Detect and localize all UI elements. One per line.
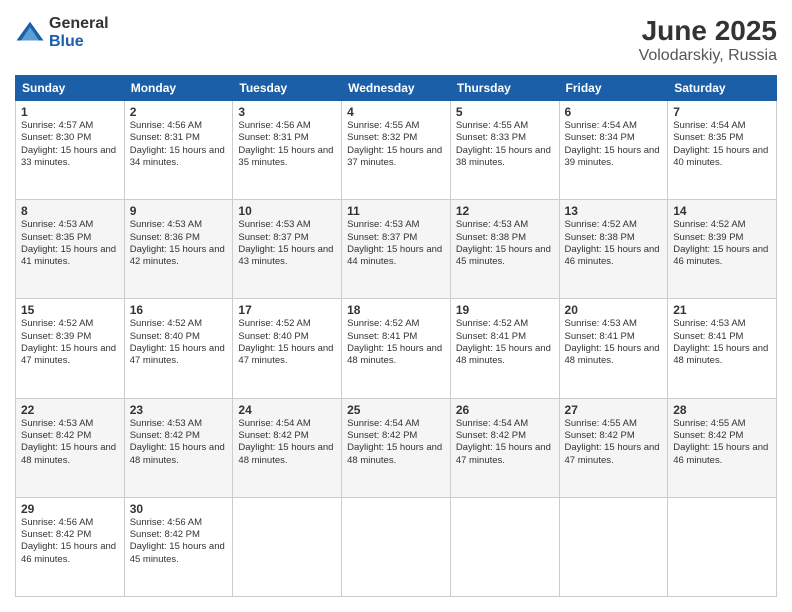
- week-1: 1 Sunrise: 4:57 AMSunset: 8:30 PMDayligh…: [16, 101, 777, 200]
- week-5: 29 Sunrise: 4:56 AMSunset: 8:42 PMDaylig…: [16, 497, 777, 596]
- col-monday: Monday: [124, 76, 233, 101]
- day-18: 18 Sunrise: 4:52 AMSunset: 8:41 PMDaylig…: [342, 299, 451, 398]
- day-4: 4 Sunrise: 4:55 AMSunset: 8:32 PMDayligh…: [342, 101, 451, 200]
- col-saturday: Saturday: [668, 76, 777, 101]
- empty-fri: [559, 497, 668, 596]
- col-wednesday: Wednesday: [342, 76, 451, 101]
- logo-blue: Blue: [49, 33, 109, 51]
- subtitle: Volodarskiy, Russia: [639, 47, 777, 65]
- day-12: 12 Sunrise: 4:53 AMSunset: 8:38 PMDaylig…: [450, 200, 559, 299]
- day-23: 23 Sunrise: 4:53 AMSunset: 8:42 PMDaylig…: [124, 398, 233, 497]
- day-7: 7 Sunrise: 4:54 AMSunset: 8:35 PMDayligh…: [668, 101, 777, 200]
- day-21: 21 Sunrise: 4:53 AMSunset: 8:41 PMDaylig…: [668, 299, 777, 398]
- day-29: 29 Sunrise: 4:56 AMSunset: 8:42 PMDaylig…: [16, 497, 125, 596]
- day-16: 16 Sunrise: 4:52 AMSunset: 8:40 PMDaylig…: [124, 299, 233, 398]
- day-11: 11 Sunrise: 4:53 AMSunset: 8:37 PMDaylig…: [342, 200, 451, 299]
- day-28: 28 Sunrise: 4:55 AMSunset: 8:42 PMDaylig…: [668, 398, 777, 497]
- day-25: 25 Sunrise: 4:54 AMSunset: 8:42 PMDaylig…: [342, 398, 451, 497]
- day-17: 17 Sunrise: 4:52 AMSunset: 8:40 PMDaylig…: [233, 299, 342, 398]
- day-10: 10 Sunrise: 4:53 AMSunset: 8:37 PMDaylig…: [233, 200, 342, 299]
- week-4: 22 Sunrise: 4:53 AMSunset: 8:42 PMDaylig…: [16, 398, 777, 497]
- logo-text: General Blue: [49, 15, 109, 50]
- logo: General Blue: [15, 15, 109, 50]
- col-thursday: Thursday: [450, 76, 559, 101]
- col-friday: Friday: [559, 76, 668, 101]
- day-19: 19 Sunrise: 4:52 AMSunset: 8:41 PMDaylig…: [450, 299, 559, 398]
- page: General Blue June 2025 Volodarskiy, Russ…: [0, 0, 792, 612]
- day-24: 24 Sunrise: 4:54 AMSunset: 8:42 PMDaylig…: [233, 398, 342, 497]
- day-2: 2 Sunrise: 4:56 AMSunset: 8:31 PMDayligh…: [124, 101, 233, 200]
- day-9: 9 Sunrise: 4:53 AMSunset: 8:36 PMDayligh…: [124, 200, 233, 299]
- day-6: 6 Sunrise: 4:54 AMSunset: 8:34 PMDayligh…: [559, 101, 668, 200]
- week-3: 15 Sunrise: 4:52 AMSunset: 8:39 PMDaylig…: [16, 299, 777, 398]
- header-row: Sunday Monday Tuesday Wednesday Thursday…: [16, 76, 777, 101]
- day-26: 26 Sunrise: 4:54 AMSunset: 8:42 PMDaylig…: [450, 398, 559, 497]
- col-sunday: Sunday: [16, 76, 125, 101]
- col-tuesday: Tuesday: [233, 76, 342, 101]
- day-14: 14 Sunrise: 4:52 AMSunset: 8:39 PMDaylig…: [668, 200, 777, 299]
- day-3: 3 Sunrise: 4:56 AMSunset: 8:31 PMDayligh…: [233, 101, 342, 200]
- logo-general: General: [49, 15, 109, 33]
- day-1: 1 Sunrise: 4:57 AMSunset: 8:30 PMDayligh…: [16, 101, 125, 200]
- empty-tue: [233, 497, 342, 596]
- day-8: 8 Sunrise: 4:53 AMSunset: 8:35 PMDayligh…: [16, 200, 125, 299]
- day-13: 13 Sunrise: 4:52 AMSunset: 8:38 PMDaylig…: [559, 200, 668, 299]
- title-block: June 2025 Volodarskiy, Russia: [639, 15, 777, 65]
- day-15: 15 Sunrise: 4:52 AMSunset: 8:39 PMDaylig…: [16, 299, 125, 398]
- day-5: 5 Sunrise: 4:55 AMSunset: 8:33 PMDayligh…: [450, 101, 559, 200]
- empty-thu: [450, 497, 559, 596]
- week-2: 8 Sunrise: 4:53 AMSunset: 8:35 PMDayligh…: [16, 200, 777, 299]
- main-title: June 2025: [639, 15, 777, 47]
- header: General Blue June 2025 Volodarskiy, Russ…: [15, 15, 777, 65]
- logo-icon: [15, 18, 45, 48]
- day-30: 30 Sunrise: 4:56 AMSunset: 8:42 PMDaylig…: [124, 497, 233, 596]
- empty-wed: [342, 497, 451, 596]
- calendar: Sunday Monday Tuesday Wednesday Thursday…: [15, 75, 777, 597]
- day-27: 27 Sunrise: 4:55 AMSunset: 8:42 PMDaylig…: [559, 398, 668, 497]
- day-20: 20 Sunrise: 4:53 AMSunset: 8:41 PMDaylig…: [559, 299, 668, 398]
- empty-sat: [668, 497, 777, 596]
- day-22: 22 Sunrise: 4:53 AMSunset: 8:42 PMDaylig…: [16, 398, 125, 497]
